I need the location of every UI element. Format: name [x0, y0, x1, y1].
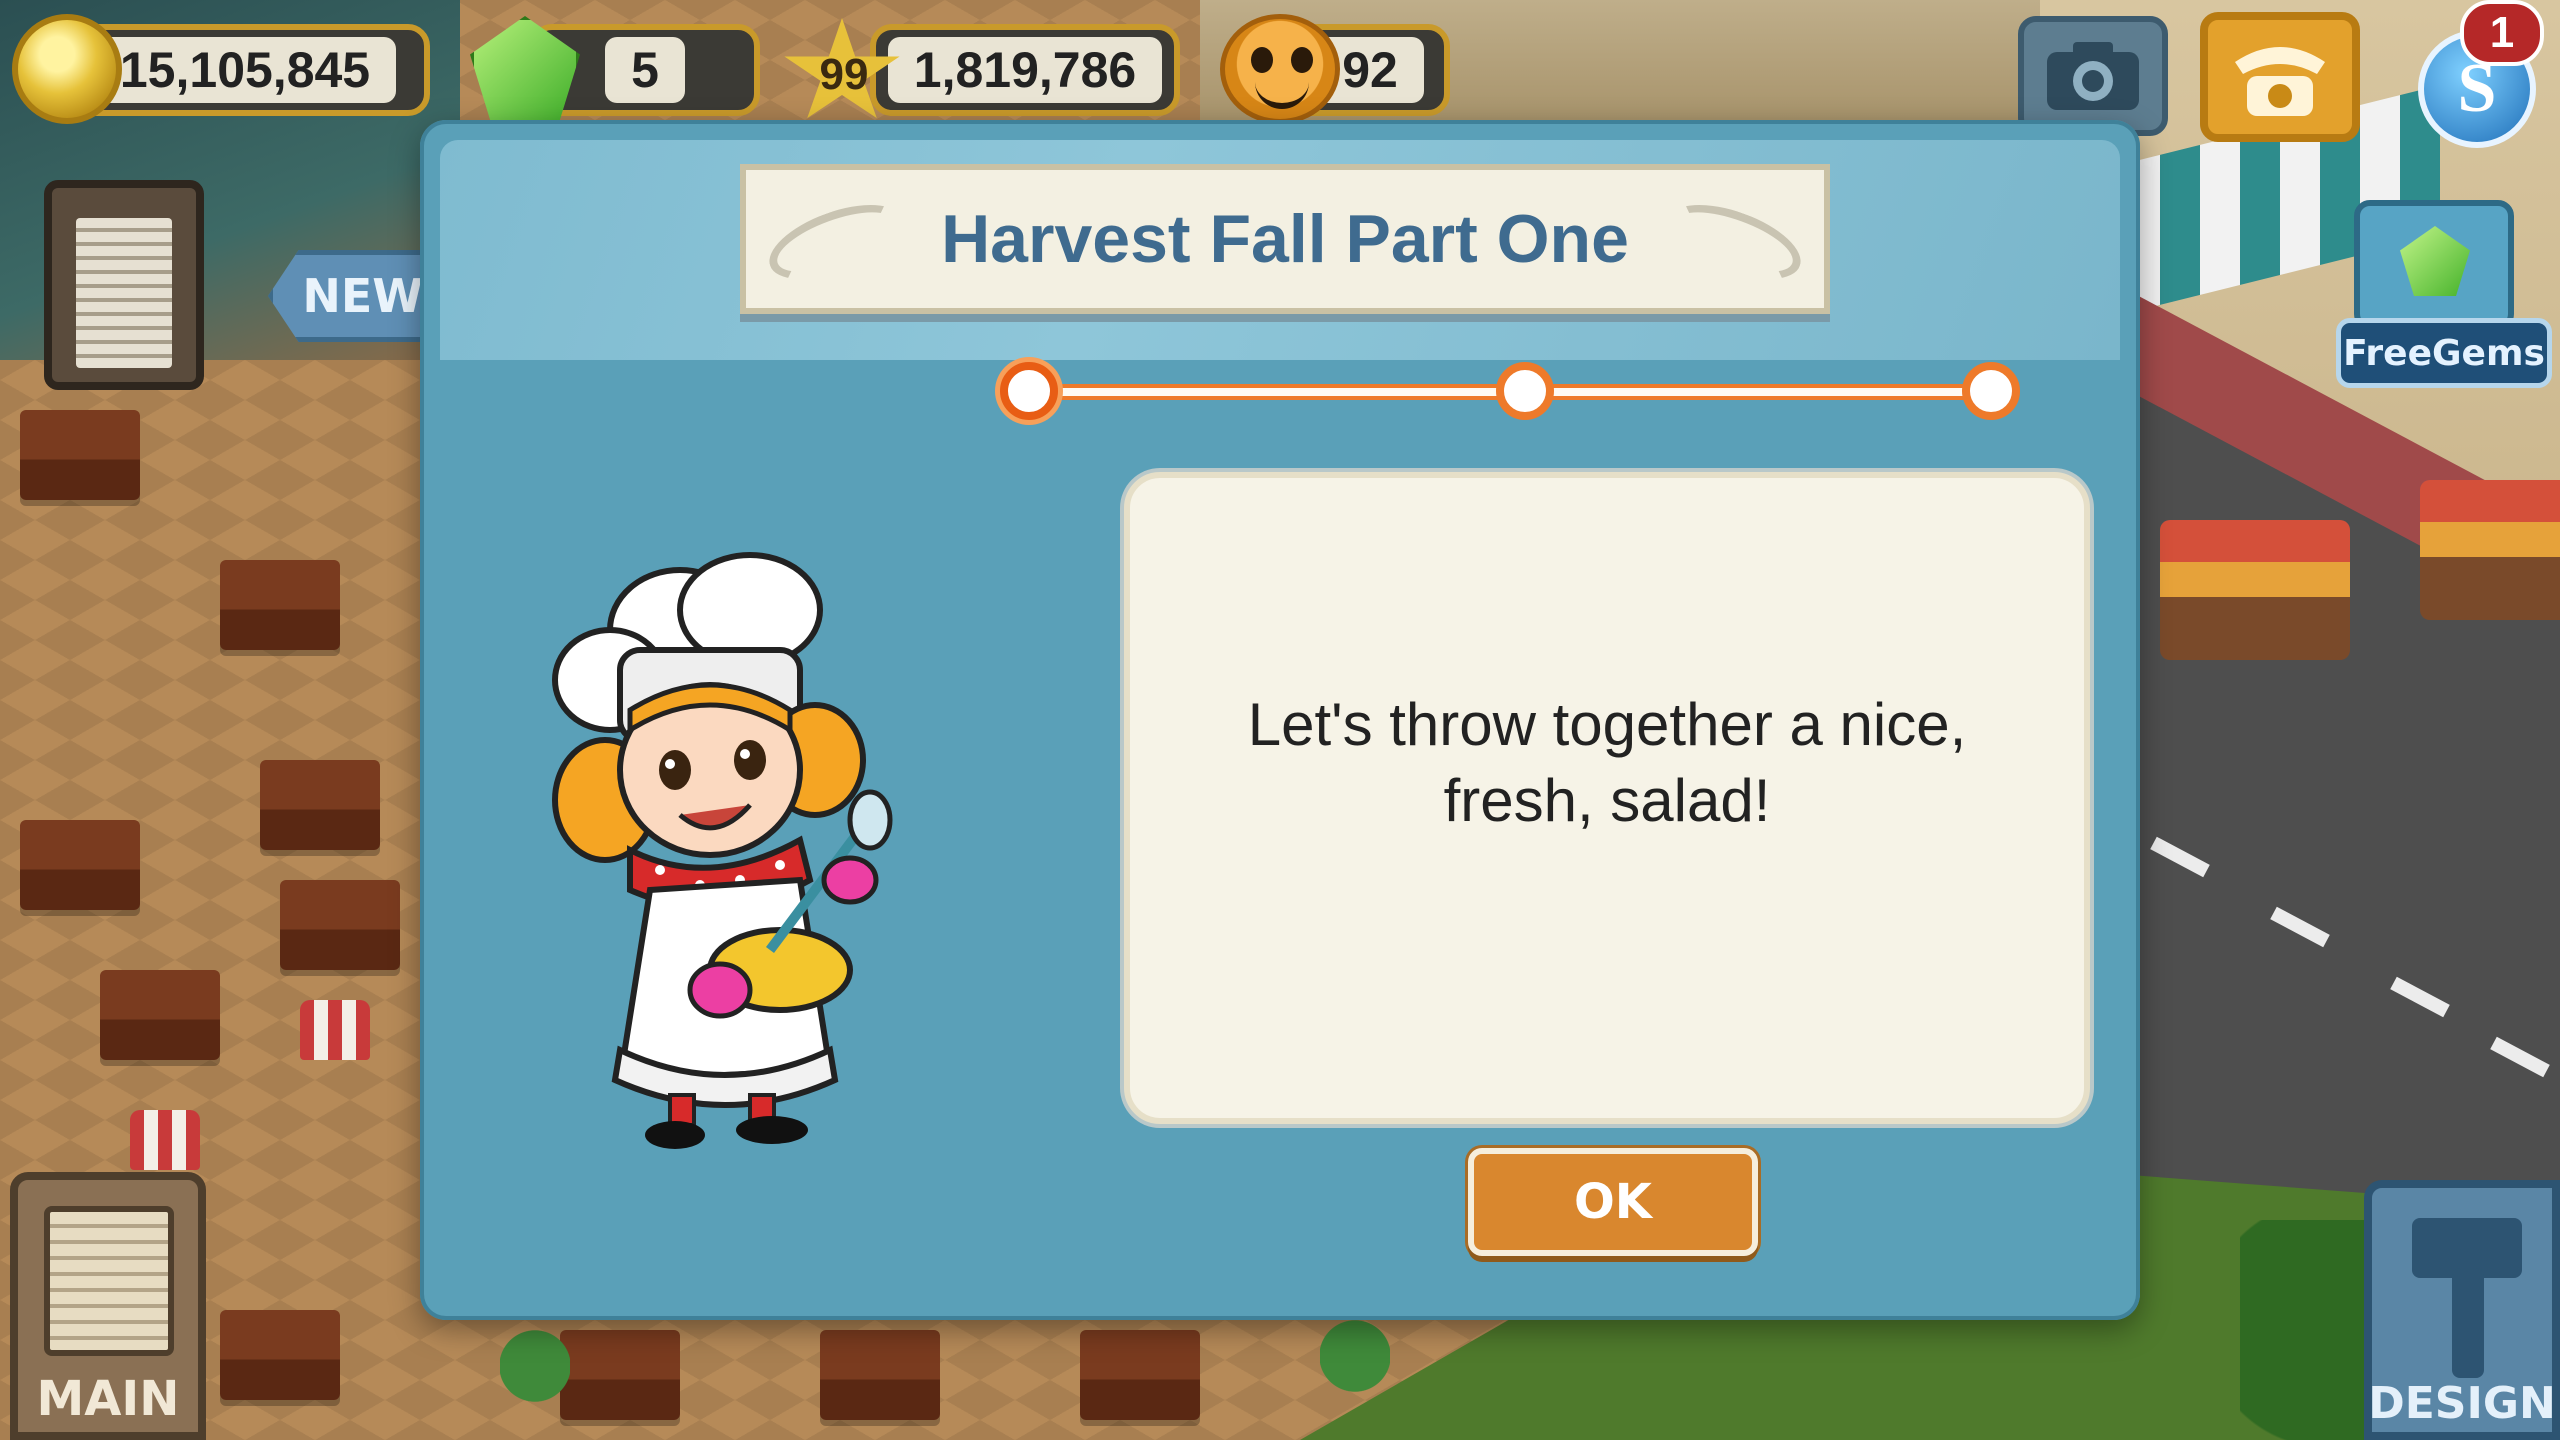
telephone-icon [2235, 47, 2325, 116]
xp-value: 1,819,786 [887, 37, 1163, 103]
striped-chair [130, 1110, 200, 1170]
vegetable-stand[interactable] [2160, 520, 2350, 660]
new-sign[interactable]: NEW [268, 250, 438, 342]
phone-button[interactable] [2200, 12, 2360, 142]
message-box: Let's throw together a nice, fresh, sala… [1124, 472, 2090, 1124]
dining-table[interactable] [20, 410, 140, 500]
camera-button[interactable] [2018, 16, 2168, 136]
hammer-icon [2412, 1218, 2522, 1378]
coins-value: 15,105,845 [93, 37, 397, 103]
striped-chair [300, 1000, 370, 1060]
dining-table[interactable] [100, 970, 220, 1060]
gem-icon [2400, 226, 2470, 296]
dining-table[interactable] [220, 1310, 340, 1400]
progress-step-1 [1000, 362, 1058, 420]
coin-icon [12, 14, 122, 124]
dialog-title: Harvest Fall Part One [941, 201, 1629, 277]
dining-table[interactable] [1080, 1330, 1200, 1420]
free-gems-tv-icon[interactable] [2354, 200, 2514, 330]
level-value: 99 [819, 50, 869, 99]
dining-table[interactable] [20, 820, 140, 910]
dining-table[interactable] [220, 560, 340, 650]
clipboard-icon [44, 1206, 174, 1356]
dining-table[interactable] [820, 1330, 940, 1420]
progress-step-3 [1962, 362, 2020, 420]
potted-plant [500, 1330, 570, 1420]
gems-value: 5 [605, 37, 685, 103]
clipboard-icon[interactable] [44, 180, 204, 390]
quest-dialog: Harvest Fall Part One Let's throw togeth… [420, 120, 2140, 1320]
quest-message: Let's throw together a nice, fresh, sala… [1247, 691, 1967, 834]
smiley-face-icon [1220, 14, 1340, 124]
swirl-ornament-icon [1657, 189, 1811, 295]
dining-table[interactable] [280, 880, 400, 970]
ok-button[interactable]: OK [1468, 1148, 1758, 1256]
swirl-ornament-icon [759, 189, 913, 295]
title-banner: Harvest Fall Part One [740, 164, 1830, 314]
dining-table[interactable] [560, 1330, 680, 1420]
free-gems-button[interactable]: FreeGems [2336, 318, 2552, 388]
main-menu-label: MAIN [36, 1371, 180, 1427]
xp-counter[interactable]: 1,819,786 [870, 24, 1180, 116]
notification-badge: 1 [2460, 0, 2544, 66]
chef-girl-character [552, 552, 893, 1149]
camera-icon [2047, 42, 2139, 110]
vegetable-stand[interactable] [2420, 480, 2560, 620]
dining-table[interactable] [260, 760, 380, 850]
design-label: DESIGN [2368, 1377, 2556, 1429]
progress-step-2 [1496, 362, 1554, 420]
potted-plant [1320, 1320, 1390, 1410]
